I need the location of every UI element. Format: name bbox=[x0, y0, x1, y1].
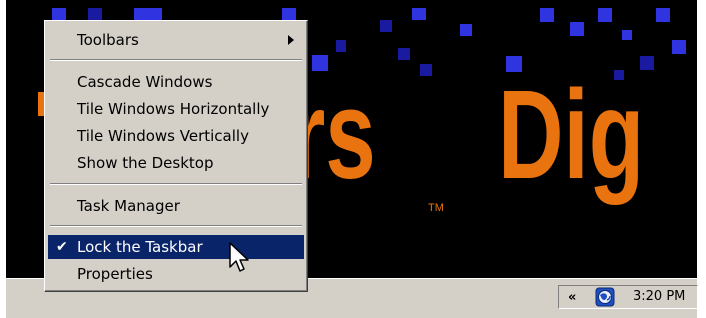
checkmark-icon: ✔ bbox=[56, 239, 68, 255]
wallpaper-square bbox=[336, 40, 346, 52]
triangle-right-icon bbox=[288, 35, 294, 45]
taskbar-context-menu: Toolbars Cascade Windows Tile Windows Ho… bbox=[44, 20, 308, 292]
menu-item-label: Tile Windows Horizontally bbox=[77, 100, 270, 118]
menu-separator bbox=[50, 59, 302, 61]
menu-separator bbox=[50, 225, 302, 227]
menu-item-label: Show the Desktop bbox=[77, 154, 214, 172]
wallpaper-square bbox=[540, 8, 554, 22]
trademark-mark: TM bbox=[428, 202, 444, 214]
menu-item-label: Lock the Taskbar bbox=[77, 238, 203, 256]
wallpaper-square bbox=[656, 8, 670, 22]
wallpaper-square bbox=[460, 24, 472, 36]
wallpaper-square bbox=[598, 8, 612, 22]
frame-edge bbox=[697, 0, 706, 318]
menu-item-tile-vertically[interactable]: Tile Windows Vertically bbox=[48, 124, 304, 148]
network-globe-icon[interactable] bbox=[595, 287, 615, 307]
wallpaper-square bbox=[380, 20, 392, 32]
mouse-cursor-icon bbox=[229, 242, 249, 272]
wallpaper-square bbox=[398, 48, 410, 60]
wallpaper-square bbox=[570, 22, 584, 36]
menu-item-label: Task Manager bbox=[77, 197, 180, 215]
menu-item-label: Properties bbox=[77, 265, 153, 283]
clock[interactable]: 3:20 PM bbox=[633, 289, 685, 304]
menu-item-label: Cascade Windows bbox=[77, 73, 213, 91]
menu-item-properties[interactable]: Properties bbox=[48, 262, 304, 286]
menu-item-label: Tile Windows Vertically bbox=[77, 127, 249, 145]
menu-item-tile-horizontally[interactable]: Tile Windows Horizontally bbox=[48, 97, 304, 121]
frame-edge bbox=[0, 0, 6, 318]
menu-item-toolbars[interactable]: Toolbars bbox=[48, 28, 304, 52]
wallpaper-logo: rs TM Dig bbox=[290, 72, 706, 222]
menu-item-show-desktop[interactable]: Show the Desktop bbox=[48, 151, 304, 175]
menu-item-label: Toolbars bbox=[77, 31, 139, 49]
wallpaper-text-right: Dig bbox=[498, 64, 645, 205]
menu-item-lock-taskbar[interactable]: ✔ Lock the Taskbar bbox=[48, 235, 304, 259]
show-hidden-icons-button[interactable]: « bbox=[568, 290, 576, 305]
menu-separator bbox=[50, 183, 302, 185]
wallpaper-square bbox=[672, 40, 686, 54]
system-tray: « 3:20 PM bbox=[558, 285, 698, 309]
wallpaper-square bbox=[622, 30, 632, 40]
menu-item-task-manager[interactable]: Task Manager bbox=[48, 194, 304, 218]
menu-item-cascade-windows[interactable]: Cascade Windows bbox=[48, 70, 304, 94]
wallpaper-square bbox=[412, 8, 426, 20]
